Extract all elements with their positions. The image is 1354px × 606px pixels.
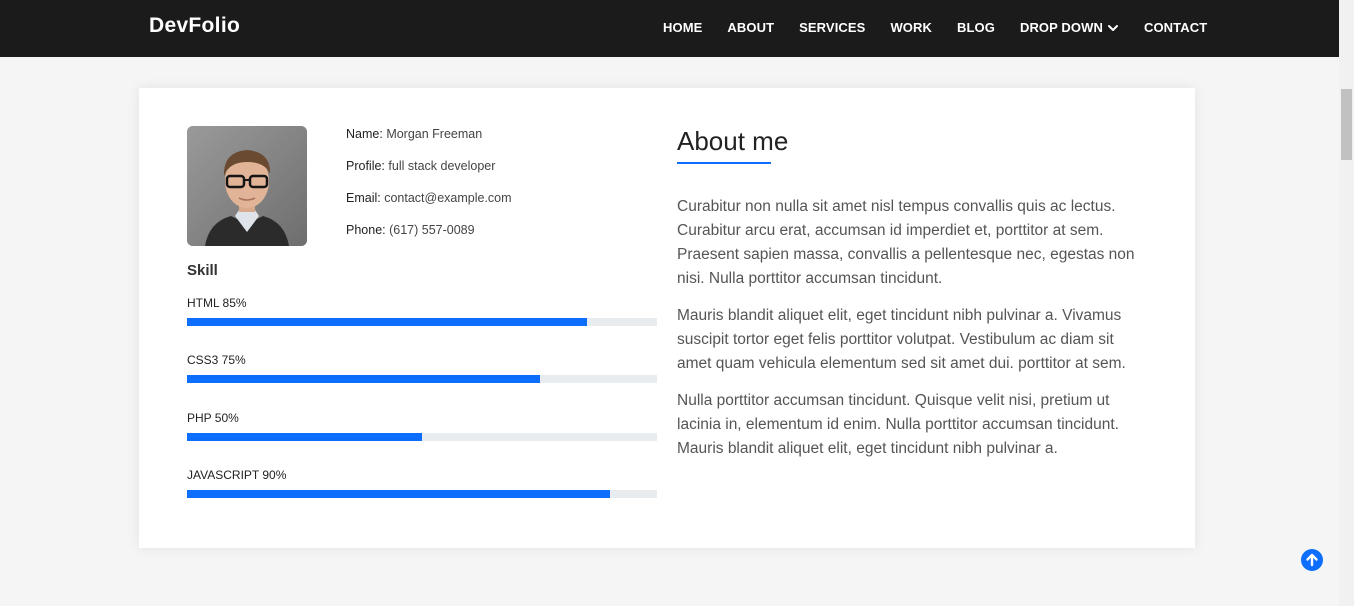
nav-services[interactable]: SERVICES (799, 20, 865, 35)
nav-about-label: ABOUT (727, 20, 775, 35)
info-email-key: Email: (346, 191, 381, 205)
arrow-up-circle-icon (1306, 553, 1318, 567)
skill-javascript-fill (187, 490, 610, 498)
navbar: DevFolio HOME ABOUT SERVICES WORK BLOG D… (0, 0, 1339, 57)
profile-photo (187, 126, 307, 246)
info-profile-value: full stack developer (388, 159, 496, 173)
skill-javascript-label: JAVASCRIPT 90% (187, 468, 287, 482)
skill-php-label: PHP 50% (187, 411, 239, 425)
skill-css3: CSS3 75% (187, 353, 657, 383)
nav-home[interactable]: HOME (663, 20, 702, 35)
skill-html: HTML 85% (187, 296, 657, 326)
nav-dropdown-label: DROP DOWN (1019, 20, 1103, 35)
page-scrollbar[interactable] (1339, 0, 1354, 606)
about-card: Name: Morgan Freeman Profile: full stack… (139, 88, 1195, 548)
skill-php: PHP 50% (187, 411, 657, 441)
nav-blog-label: BLOG (957, 20, 995, 35)
nav-work[interactable]: WORK (890, 20, 932, 35)
nav-contact-label: CONTACT (1143, 20, 1208, 35)
info-name-key: Name: (346, 127, 383, 141)
nav-menu: HOME ABOUT SERVICES WORK BLOG DROP DOWN … (663, 20, 1207, 35)
skill-heading: Skill (187, 262, 218, 279)
nav-home-label: HOME (663, 20, 703, 35)
skill-php-bar (187, 433, 657, 441)
about-text: Curabitur non nulla sit amet nisl tempus… (677, 195, 1145, 474)
brand-logo[interactable]: DevFolio (149, 14, 240, 38)
skill-javascript: JAVASCRIPT 90% (187, 468, 657, 498)
info-phone-key: Phone: (346, 223, 386, 237)
skill-css3-label: CSS3 75% (187, 353, 246, 367)
nav-about[interactable]: ABOUT (727, 20, 774, 35)
about-paragraph-3: Nulla porttitor accumsan tincidunt. Quis… (677, 392, 1119, 457)
about-paragraph-2: Mauris blandit aliquet elit, eget tincid… (677, 307, 1126, 372)
info-profile: Profile: full stack developer (346, 159, 512, 191)
profile-avatar (187, 126, 307, 246)
skill-javascript-bar (187, 490, 657, 498)
nav-contact[interactable]: CONTACT (1144, 20, 1207, 35)
skill-html-bar (187, 318, 657, 326)
skill-html-label: HTML 85% (187, 296, 247, 310)
nav-dropdown[interactable]: DROP DOWN (1020, 20, 1119, 35)
info-name: Name: Morgan Freeman (346, 127, 512, 159)
skill-css3-fill (187, 375, 540, 383)
nav-blog[interactable]: BLOG (957, 20, 995, 35)
back-to-top-button[interactable] (1301, 549, 1323, 571)
info-email-value: contact@example.com (384, 191, 512, 205)
about-paragraph-1: Curabitur non nulla sit amet nisl tempus… (677, 198, 1135, 287)
info-phone: Phone: (617) 557-0089 (346, 223, 512, 255)
nav-services-label: SERVICES (799, 20, 866, 35)
skill-html-fill (187, 318, 587, 326)
nav-work-label: WORK (890, 20, 932, 35)
about-title: About me (677, 126, 789, 156)
skill-php-fill (187, 433, 422, 441)
info-profile-key: Profile: (346, 159, 385, 173)
skill-css3-bar (187, 375, 657, 383)
info-phone-value: (617) 557-0089 (389, 223, 475, 237)
info-email: Email: contact@example.com (346, 191, 512, 223)
about-title-underline (677, 162, 771, 164)
scrollbar-thumb[interactable] (1341, 89, 1352, 160)
info-name-value: Morgan Freeman (386, 127, 483, 141)
profile-info: Name: Morgan Freeman Profile: full stack… (346, 127, 512, 255)
chevron-down-icon (1107, 24, 1118, 31)
